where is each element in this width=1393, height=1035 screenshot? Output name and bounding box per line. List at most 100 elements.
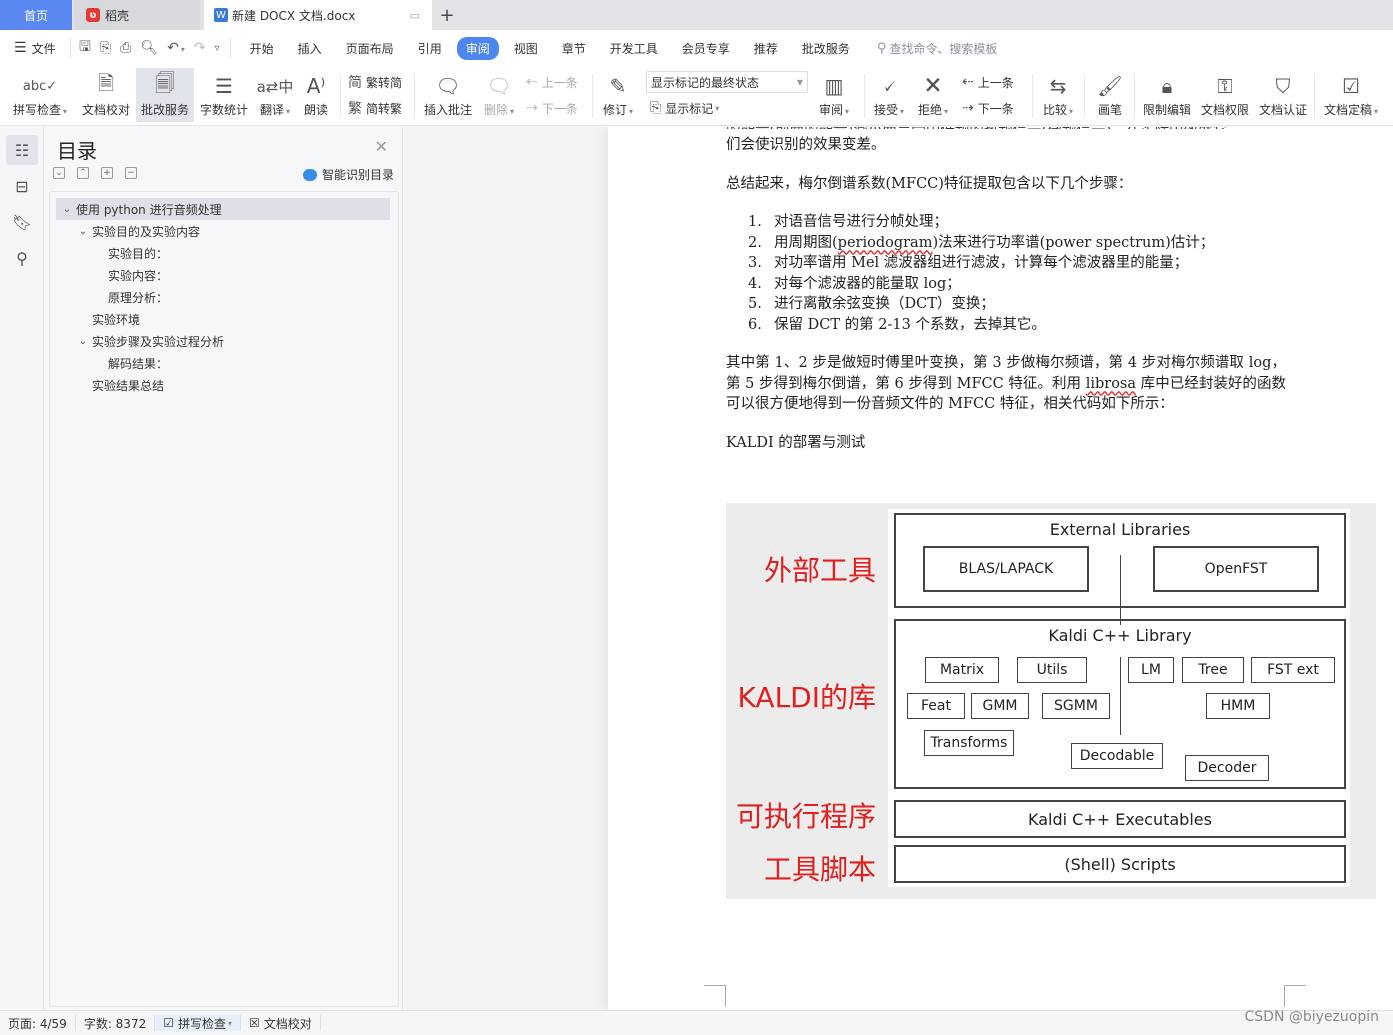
menu-recommend[interactable]: 推荐 [745,37,787,60]
customize-dropdown-icon[interactable]: ▿ [215,43,220,54]
insert-comment-button[interactable]: 🗨 插入批注 [420,68,476,122]
bookmark-nav-button[interactable]: 🔖︎ [6,207,38,237]
module-box: HMM [1206,693,1270,719]
menu-view[interactable]: 视图 [505,37,547,60]
accept-button[interactable]: 🗸 接受 ▾ [870,68,908,122]
toc-item[interactable]: 实验环境 [50,308,398,330]
module-box: GMM [971,693,1029,719]
menu-references[interactable]: 引用 [409,37,451,60]
doc-permission-button[interactable]: ⚿ 文档权限 [1198,68,1252,122]
chevron-down-icon[interactable]: ⌄ [60,204,74,215]
prev-comment-button[interactable]: ⇠ 上一条 [526,72,578,92]
doc-cert-button[interactable]: ⛉ 文档认证 [1256,68,1310,122]
label-executables: 可执行程序 [735,800,876,833]
doc-proof-button[interactable]: 🗎 文档校对 [78,68,134,122]
steps-list: 1. 对语音信号进行分帧处理； 2. 用周期图(periodogram)法来进行功率… [726,212,1286,335]
spelling-error[interactable]: periodogram [838,235,933,251]
revise-button[interactable]: ✎ 修订 ▾ [598,68,638,122]
restrict-edit-button[interactable]: 🔒︎ 限制编辑 [1140,68,1194,122]
toc-item[interactable]: 实验目的： [50,242,398,264]
spelling-error[interactable]: librosa [1086,376,1136,392]
next-comment-button[interactable]: ⇢ 下一条 [526,98,578,118]
close-icon[interactable]: ✕ [375,137,388,156]
new-tab-button[interactable]: + [436,0,458,30]
toc-item[interactable]: ⌄ 使用 python 进行音频处理 [56,198,390,220]
status-spell-check[interactable]: ☑ 拼写检查 ▾ [155,1015,242,1031]
chapter-nav-button[interactable]: ⊟ [6,171,38,201]
document-page[interactable]: 的能量(前面的能量)減小而是受中低频的热频信号(微频信号)，在实际中效就它 们会… [608,127,1393,1010]
toc-item[interactable]: ⌄ 实验目的及实验内容 [50,220,398,242]
plus-icon[interactable]: + [101,167,113,179]
menu-chapter[interactable]: 章节 [553,37,595,60]
show-markup-button[interactable]: ⎘ 显示标记 ▾ [650,98,719,118]
correction-service-button[interactable]: 🗐 批改服务 [136,68,194,122]
list-item: 1. 对语音信号进行分帧处理； [748,212,1286,233]
menu-correction[interactable]: 批改服务 [793,37,859,60]
doc-proof-icon: 🗎 [97,71,115,95]
word-count-button[interactable]: ☰ 字数统计 [198,68,250,122]
print-icon[interactable]: ⎙ [120,40,131,56]
page-indicator[interactable]: 页面: 4/59 [0,1015,76,1031]
prev-change-button[interactable]: ⇠ 上一条 [962,72,1014,92]
minus-icon[interactable]: − [125,167,137,179]
next-change-button[interactable]: ⇢ 下一条 [962,98,1014,118]
toc-item[interactable]: 实验内容： [50,264,398,286]
toc-item[interactable]: 原理分析： [50,286,398,308]
menu-page-layout[interactable]: 页面布局 [337,37,403,60]
toc-item-label: 实验步骤及实验过程分析 [92,334,225,349]
find-nav-button[interactable]: ⚲ [6,243,38,273]
review-pane-label: 审阅 [818,103,843,117]
chevron-down-icon[interactable]: ⌄ [76,226,90,237]
tab-home[interactable]: 首页 [0,0,72,30]
expand-down-icon[interactable]: ⌄ [53,167,65,179]
menu-start[interactable]: 开始 [241,37,283,60]
float-window-icon[interactable]: ▭ [410,9,420,22]
toc-icon: ☷ [14,140,30,160]
read-aloud-button[interactable]: A⁾ 朗读 [300,68,332,122]
pen-button[interactable]: 🖌 画笔 [1090,68,1130,122]
watermark: CSDN @biyezuopin [1244,1009,1379,1025]
simp-to-trad-button[interactable]: 繁简转繁 [348,98,402,118]
show-markup-icon: ⎘ [650,100,662,116]
toc-item[interactable]: 实验结果总结 [50,374,398,396]
menu-review[interactable]: 审阅 [456,36,499,60]
smart-toc-label: 智能识别目录 [321,168,394,182]
print-preview-icon[interactable]: 🔍︎ [140,40,158,56]
doc-finalize-button[interactable]: ☑ 文档定稿 ▾ [1320,68,1382,122]
compare-button[interactable]: ⇆ 比较 ▾ [1038,68,1078,122]
spell-check-button[interactable]: abc✓ 拼写检查 ▾ [10,68,70,122]
text-span: 用周期图( [774,234,838,251]
export-pdf-icon[interactable]: ⎘ [100,40,111,56]
command-search[interactable]: ⚲ 查找命令、搜索模板 [877,40,998,57]
tab-home-label: 首页 [23,8,48,23]
toc-nav-button[interactable]: ☷ [6,135,38,165]
chevron-down-icon[interactable]: ⌄ [76,336,90,347]
menu-developer[interactable]: 开发工具 [601,37,667,60]
trad-simp-icon: 简 [348,75,362,91]
tab-document[interactable]: W 新建 DOCX 文档.docx ▭ [204,0,432,30]
tab-daoke[interactable]: ʋ 稻壳 [74,0,200,30]
markup-state-select[interactable]: 显示标记的最终状态 ▼ [646,71,808,93]
toc-item[interactable]: 解码结果： [50,352,398,374]
undo-icon[interactable]: ↶ ▾ [167,40,185,56]
file-menu[interactable]: ☰ 文件 [0,40,70,57]
review-pane-button[interactable]: ▥ 审阅 ▾ [814,68,854,122]
collapse-up-icon[interactable]: ⌃ [77,167,89,179]
trad-to-simp-button[interactable]: 简繁转简 [348,72,402,92]
reject-button[interactable]: 🗙 拒绝 ▾ [914,68,952,122]
delete-comment-icon: 🗨 [486,74,512,98]
delete-comment-button[interactable]: 🗨 删除 ▾ [480,68,518,122]
redo-icon[interactable]: ↷ [194,40,206,56]
document-canvas[interactable]: 的能量(前面的能量)減小而是受中低频的热频信号(微频信号)，在实际中效就它 们会… [404,127,1393,1010]
save-icon[interactable]: 🖫 [79,36,91,60]
toc-tools: ⌄ ⌃ + − [53,167,137,179]
translate-button[interactable]: a⇄中 翻译 ▾ [256,68,294,122]
toc-item[interactable]: ⌄ 实验步骤及实验过程分析 [50,330,398,352]
kaldi-architecture-figure[interactable]: 外部工具 KALDI的库 可执行程序 工具脚本 External Librari… [726,503,1376,899]
menu-member[interactable]: 会员专享 [673,37,739,60]
menu-insert[interactable]: 插入 [289,37,331,60]
smart-toc-button[interactable]: 智能识别目录 [302,166,394,183]
status-doc-proof[interactable]: ☒ 文档校对 [241,1015,321,1031]
reject-label: 拒绝 [917,103,942,117]
word-count-indicator[interactable]: 字数: 8372 [76,1015,156,1031]
